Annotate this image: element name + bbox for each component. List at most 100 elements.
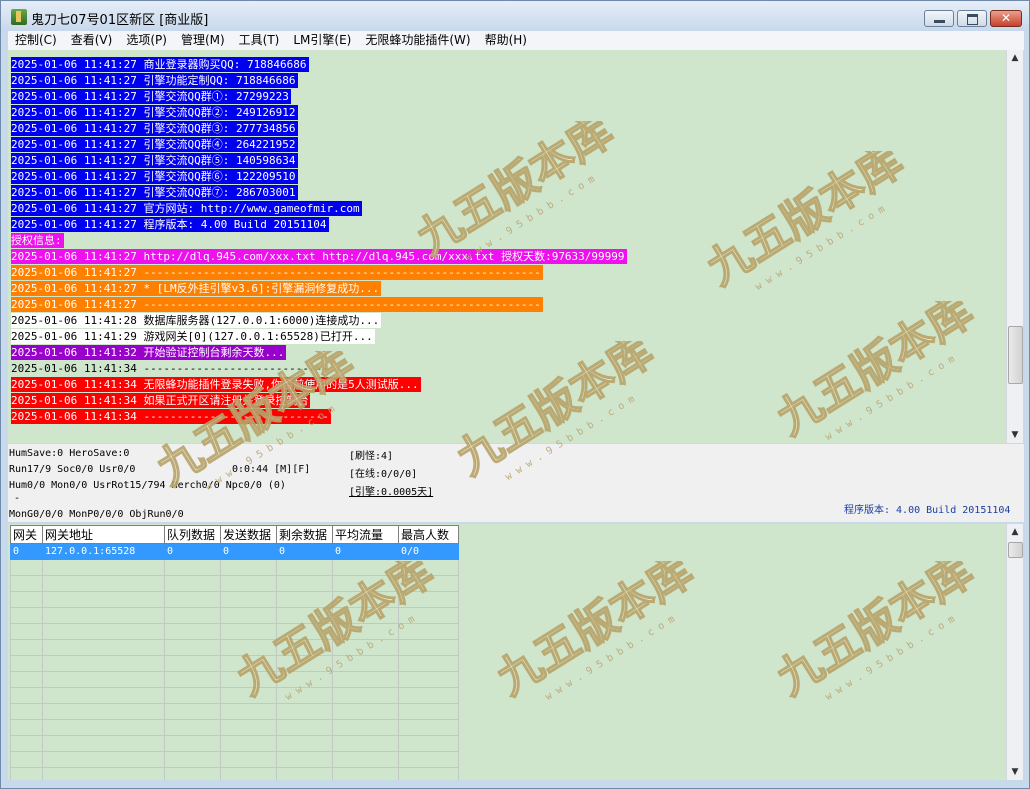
empty-cell	[164, 735, 221, 752]
empty-cell	[276, 751, 333, 768]
close-button[interactable]	[990, 10, 1022, 27]
table-cell: 0	[164, 543, 221, 560]
app-icon	[11, 9, 27, 25]
log-line: 2025-01-06 11:41:27 --------------------…	[11, 297, 543, 312]
empty-cell	[398, 735, 459, 752]
column-header[interactable]: 发送数据	[220, 525, 277, 544]
log-line: 2025-01-06 11:41:27 引擎交流QQ群②: 249126912	[11, 105, 298, 120]
empty-cell	[10, 751, 43, 768]
log-panel[interactable]: 2025-01-06 11:41:27 商业登录器购买QQ: 718846686…	[8, 50, 1006, 443]
log-line: 2025-01-06 11:41:34 --------------------…	[11, 409, 331, 424]
empty-cell	[220, 671, 277, 688]
log-line: 2025-01-06 11:41:27 引擎交流QQ群①: 27299223	[11, 89, 291, 104]
grid-scroll-down-icon[interactable]: ▼	[1007, 764, 1023, 780]
status-hum: Hum0/0 Mon0/0 UsrRot15/794 Merch0/0 Npc0…	[9, 480, 286, 491]
empty-cell	[398, 687, 459, 704]
empty-cell	[42, 703, 165, 720]
empty-row	[10, 591, 459, 608]
menu-control[interactable]: 控制(C)	[8, 31, 64, 50]
empty-cell	[276, 735, 333, 752]
menu-manage[interactable]: 管理(M)	[174, 31, 232, 50]
grid-scrollbar[interactable]: ▲ ▼	[1006, 524, 1023, 780]
table-cell: 127.0.0.1:65528	[42, 543, 165, 560]
status-timer: 0:0:44 [M][F]	[232, 464, 311, 475]
column-header[interactable]: 网关	[10, 525, 43, 544]
empty-cell	[276, 559, 333, 576]
grid-scroll-thumb[interactable]	[1008, 542, 1023, 558]
empty-cell	[42, 735, 165, 752]
grid-scroll-up-icon[interactable]: ▲	[1007, 524, 1023, 540]
empty-cell	[276, 655, 333, 672]
column-header[interactable]: 剩余数据	[276, 525, 333, 544]
empty-cell	[398, 655, 459, 672]
status-mon: MonG0/0/0 MonP0/0/0 ObjRun0/0	[9, 509, 184, 520]
empty-cell	[164, 575, 221, 592]
table-cell: 0	[10, 543, 43, 560]
column-header[interactable]: 最高人数	[398, 525, 459, 544]
column-header[interactable]: 网关地址	[42, 525, 165, 544]
empty-cell	[220, 591, 277, 608]
empty-cell	[42, 767, 165, 780]
log-line: 2025-01-06 11:41:34 --------------------…	[11, 362, 329, 375]
empty-cell	[220, 719, 277, 736]
status-run: Run17/9 Soc0/0 Usr0/0	[9, 464, 136, 475]
empty-cell	[332, 687, 399, 704]
menu-options[interactable]: 选项(P)	[119, 31, 174, 50]
empty-cell	[10, 767, 43, 780]
empty-cell	[276, 719, 333, 736]
status-engine-link[interactable]: [引擎:0.0005天]	[349, 486, 433, 499]
status-panel: HumSave:0 HeroSave:0 Run17/9 Soc0/0 Usr0…	[8, 444, 1024, 522]
menu-view[interactable]: 查看(V)	[64, 31, 120, 50]
gateway-grid[interactable]: 网关 网关地址 队列数据 发送数据 剩余数据 平均流量 最高人数 0 127.0.0.1:65…	[8, 524, 1006, 780]
empty-cell	[164, 623, 221, 640]
window-title: 鬼刀七07号01区新区 [商业版]	[31, 13, 209, 28]
column-header[interactable]: 平均流量	[332, 525, 399, 544]
menu-lm-engine[interactable]: LM引擎(E)	[286, 31, 358, 50]
empty-cell	[164, 767, 221, 780]
empty-cell	[220, 687, 277, 704]
menu-bar: 控制(C) 查看(V) 选项(P) 管理(M) 工具(T) LM引擎(E) 无限蜂功能插件(…	[8, 31, 1024, 50]
empty-cell	[164, 719, 221, 736]
scroll-up-icon[interactable]: ▲	[1007, 50, 1023, 66]
log-line: 2025-01-06 11:41:27 --------------------…	[11, 265, 543, 280]
empty-row	[10, 623, 459, 640]
empty-cell	[164, 671, 221, 688]
empty-row	[10, 687, 459, 704]
menu-tools[interactable]: 工具(T)	[232, 31, 287, 50]
title-bar[interactable]: 鬼刀七07号01区新区 [商业版]	[1, 1, 1029, 31]
empty-row	[10, 575, 459, 592]
menu-help[interactable]: 帮助(H)	[478, 31, 534, 50]
empty-cell	[332, 591, 399, 608]
empty-cell	[332, 751, 399, 768]
empty-cell	[42, 607, 165, 624]
empty-cell	[42, 623, 165, 640]
empty-cell	[220, 575, 277, 592]
empty-cell	[10, 607, 43, 624]
empty-cell	[10, 559, 43, 576]
empty-row	[10, 767, 459, 780]
empty-cell	[332, 607, 399, 624]
status-version: 程序版本: 4.00 Build 20151104	[844, 505, 1011, 516]
empty-cell	[220, 751, 277, 768]
table-cell: 0	[276, 543, 333, 560]
log-line: 2025-01-06 11:41:32 开始验证控制台剩余天数...	[11, 345, 287, 360]
empty-cell	[42, 655, 165, 672]
empty-cell	[276, 623, 333, 640]
minimize-button[interactable]	[924, 10, 954, 27]
empty-cell	[332, 671, 399, 688]
scroll-down-icon[interactable]: ▼	[1007, 427, 1023, 443]
maximize-button[interactable]	[957, 10, 987, 27]
menu-plugin[interactable]: 无限蜂功能插件(W)	[358, 31, 477, 50]
scroll-thumb[interactable]	[1008, 326, 1023, 384]
log-line: 2025-01-06 11:41:28 数据库服务器(127.0.0.1:600…	[11, 313, 382, 328]
empty-row	[10, 639, 459, 656]
empty-cell	[220, 767, 277, 780]
log-scrollbar[interactable]: ▲ ▼	[1006, 50, 1023, 443]
empty-cell	[10, 719, 43, 736]
column-header[interactable]: 队列数据	[164, 525, 221, 544]
empty-cell	[276, 591, 333, 608]
status-online: [在线:0/0/0]	[349, 469, 418, 480]
empty-cell	[10, 639, 43, 656]
log-line: 2025-01-06 11:41:27 引擎功能定制QQ: 718846686	[11, 73, 298, 88]
table-row[interactable]: 0 127.0.0.1:65528 0 0 0 0 0/0	[10, 543, 459, 560]
